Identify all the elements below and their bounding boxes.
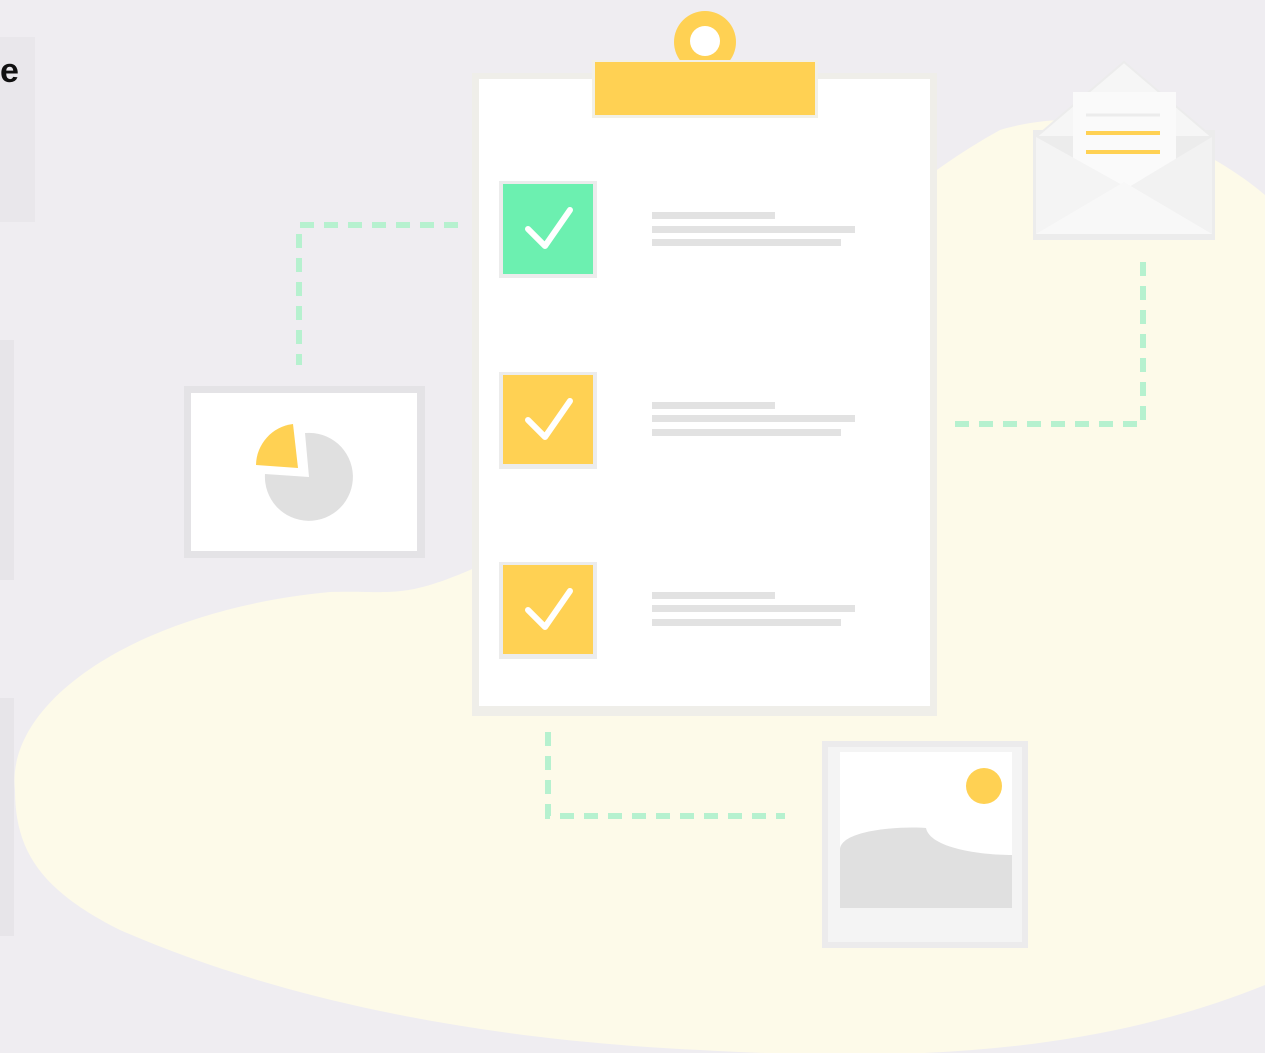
clipboard-icon (592, 11, 818, 118)
text-placeholder-line (652, 605, 855, 612)
illustration-svg (14, 11, 1265, 1053)
checkbox-checked[interactable] (503, 184, 593, 274)
text-placeholder-line (652, 212, 775, 219)
text-placeholder-line (652, 239, 841, 246)
text-placeholder-line (652, 226, 855, 233)
envelope-icon (1033, 60, 1215, 240)
image-card (822, 741, 1028, 948)
checkbox-checked[interactable] (503, 565, 593, 654)
text-placeholder-line (652, 402, 775, 409)
illustration-stage: e (0, 0, 1265, 1053)
checkbox-checked[interactable] (503, 375, 593, 464)
text-placeholder-line (652, 592, 775, 599)
pie-chart-card (184, 386, 425, 558)
text-placeholder-line (652, 429, 841, 436)
connector-pie (296, 222, 458, 365)
clipboard (472, 11, 937, 716)
text-placeholder-line (652, 415, 855, 422)
text-placeholder-line (652, 619, 841, 626)
